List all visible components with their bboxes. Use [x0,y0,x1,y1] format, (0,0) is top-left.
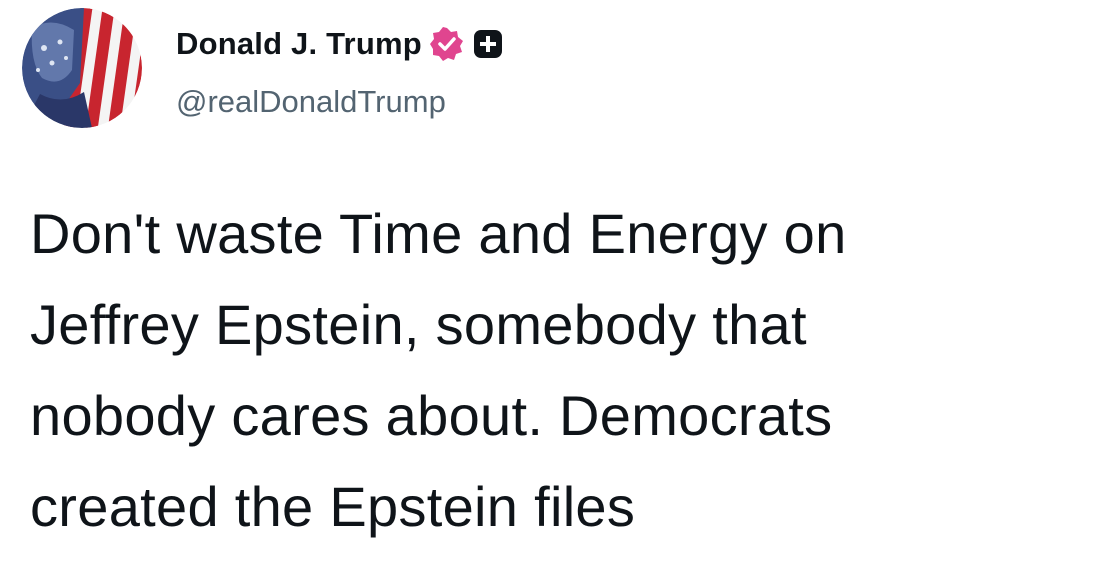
verified-badge-icon [429,27,464,61]
post-card: Donald J. Trump @realDonaldTrump Don't w… [0,0,1109,567]
avatar[interactable] [22,8,142,128]
display-name[interactable]: Donald J. Trump [176,26,422,62]
affiliate-badge-icon [472,28,504,60]
user-handle[interactable]: @realDonaldTrump [176,84,776,120]
name-row: Donald J. Trump [176,22,776,66]
avatar-image [22,8,142,128]
author-info: Donald J. Trump @realDonaldTrump [176,22,776,122]
post-text: Don't waste Time and Energy on Jeffrey E… [30,202,847,538]
